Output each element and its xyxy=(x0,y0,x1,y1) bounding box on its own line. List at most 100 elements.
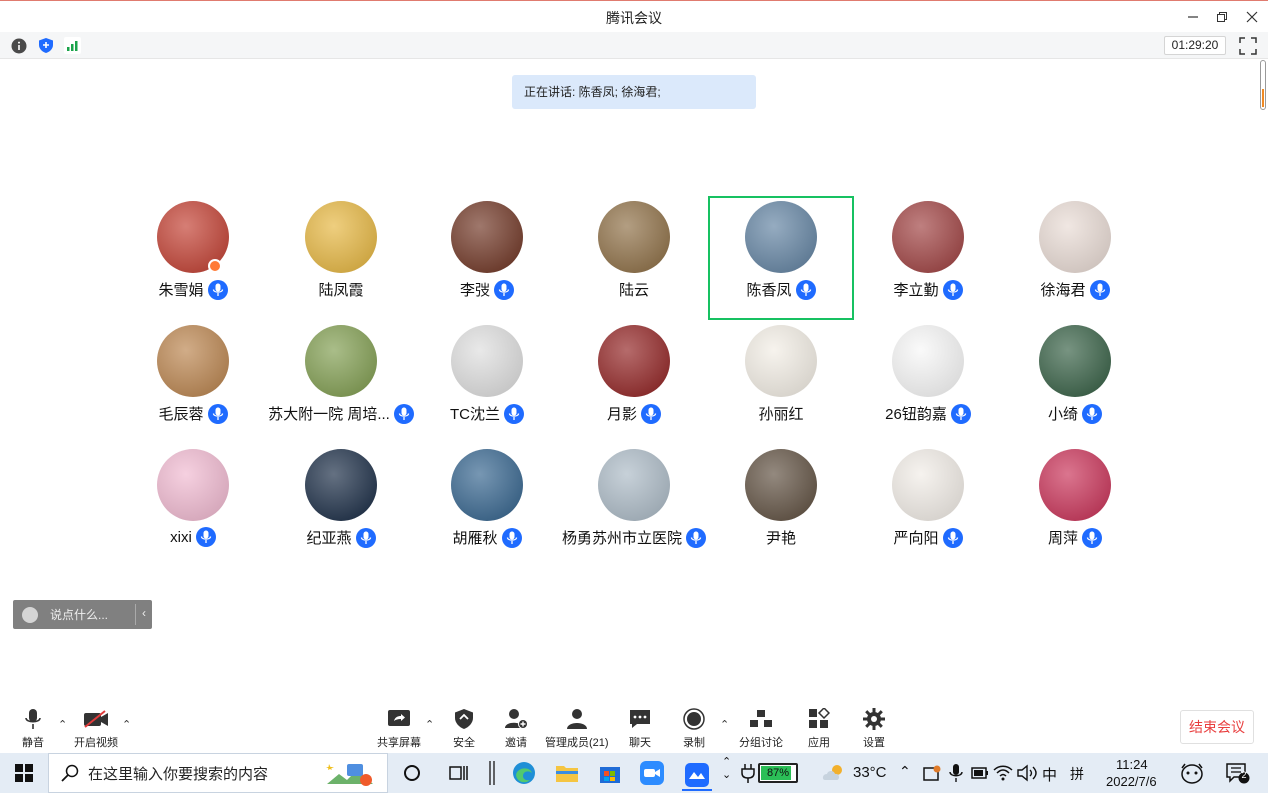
edge-browser-icon[interactable] xyxy=(512,761,536,785)
notification-center-icon[interactable]: 2 xyxy=(1226,761,1250,785)
breakout-button[interactable]: 分组讨论 xyxy=(739,708,783,750)
chat-divider xyxy=(135,604,136,625)
microphone-on-icon xyxy=(501,527,522,548)
vertical-scrollbar[interactable] xyxy=(1258,60,1268,700)
ime-language[interactable]: 中 xyxy=(1042,764,1057,785)
scrollbar-thumb[interactable] xyxy=(1260,60,1266,110)
ime-mode[interactable]: 拼 xyxy=(1070,764,1084,784)
avatar xyxy=(451,325,523,397)
participant-tile[interactable]: 月影 xyxy=(561,320,707,444)
mute-button[interactable]: 静音 xyxy=(20,708,46,750)
restore-button[interactable] xyxy=(1207,5,1237,29)
participant-name-row: 徐海君 xyxy=(1002,279,1148,300)
participant-tile[interactable]: 小绮 xyxy=(1002,320,1148,444)
start-video-label: 开启视频 xyxy=(74,737,118,749)
tray-battery-icon[interactable] xyxy=(968,761,992,785)
avatar xyxy=(1039,201,1111,273)
avatar xyxy=(1039,325,1111,397)
participant-tile[interactable]: 尹艳 xyxy=(708,444,854,568)
host-badge-icon xyxy=(208,259,222,273)
assistant-face-icon[interactable] xyxy=(1180,761,1204,785)
participant-tile[interactable]: 杨勇苏州市立医院 xyxy=(561,444,707,568)
participant-name-row: 陆云 xyxy=(561,279,707,300)
settings-button[interactable]: 设置 xyxy=(861,708,887,750)
shield-icon[interactable] xyxy=(37,37,54,54)
participant-name-row: 小绮 xyxy=(1002,403,1148,424)
screen-capture-icon[interactable] xyxy=(920,761,944,785)
microphone-on-icon xyxy=(393,403,414,424)
avatar xyxy=(157,325,229,397)
wifi-icon[interactable] xyxy=(991,761,1015,785)
fullscreen-icon[interactable] xyxy=(1239,37,1257,55)
participant-tile[interactable]: 徐海君 xyxy=(1002,196,1148,320)
security-button[interactable]: 安全 xyxy=(451,708,477,750)
windows-start-icon[interactable] xyxy=(12,761,36,785)
apps-button[interactable]: 应用 xyxy=(806,708,832,750)
weather-cloud-icon[interactable] xyxy=(822,761,846,785)
participant-tile[interactable]: 陆凤霞 xyxy=(268,196,414,320)
participant-name-row: 杨勇苏州市立医院 xyxy=(561,527,707,548)
participant-name: 月影 xyxy=(606,406,637,423)
invite-button[interactable]: 邀请 xyxy=(503,708,529,750)
tray-overflow-chevron-icon[interactable]: ⌃ ⌄ xyxy=(722,755,731,781)
tray-microphone-icon[interactable] xyxy=(944,761,968,785)
microphone-on-icon xyxy=(950,403,971,424)
participant-tile[interactable]: 苏大附一院 周培... xyxy=(268,320,414,444)
avatar xyxy=(305,201,377,273)
collapse-chevron-icon[interactable]: ‹ xyxy=(142,606,146,620)
participant-tile[interactable]: TC沈兰 xyxy=(414,320,560,444)
participant-tile[interactable]: 胡雁秋 xyxy=(414,444,560,568)
participant-tile[interactable]: 李立勤 xyxy=(855,196,1001,320)
clock-time[interactable]: 11:24 xyxy=(1116,757,1148,772)
microphone-on-icon xyxy=(207,279,228,300)
tencent-meeting-taskbar-icon[interactable] xyxy=(682,761,712,791)
participant-name: 朱雪娟 xyxy=(158,282,204,299)
power-plug-icon xyxy=(736,761,760,785)
close-button[interactable] xyxy=(1237,5,1267,29)
participant-tile[interactable]: 陈香凤 xyxy=(708,196,854,320)
avatar xyxy=(157,449,229,521)
share-options-chevron-icon[interactable]: ⌃ xyxy=(425,718,434,731)
end-meeting-button[interactable]: 结束会议 xyxy=(1180,710,1254,744)
emoji-icon[interactable] xyxy=(22,606,38,623)
start-video-button[interactable]: 开启视频 xyxy=(74,708,118,750)
store-icon[interactable] xyxy=(598,761,622,785)
participant-tile[interactable]: 周萍 xyxy=(1002,444,1148,568)
taskbar-search-box[interactable]: 在这里输入你要搜索的内容 xyxy=(48,753,388,793)
participant-tile[interactable]: 26钮韵嘉 xyxy=(855,320,1001,444)
record-options-chevron-icon[interactable]: ⌃ xyxy=(720,718,729,731)
signal-icon[interactable] xyxy=(64,37,81,54)
battery-indicator[interactable]: 87% xyxy=(758,763,798,783)
chat-quick-input[interactable]: 说点什么... ‹ xyxy=(13,600,152,629)
video-options-chevron-icon[interactable]: ⌃ xyxy=(122,718,131,731)
participant-name-row: xixi xyxy=(120,527,266,547)
participant-tile[interactable]: 李弢 xyxy=(414,196,560,320)
participant-tile[interactable]: 毛辰蓉 xyxy=(120,320,266,444)
participant-tile[interactable]: 陆云 xyxy=(561,196,707,320)
participant-tile[interactable]: 纪亚燕 xyxy=(268,444,414,568)
share-screen-button[interactable]: 共享屏幕 xyxy=(377,708,421,750)
participant-tile[interactable]: 孙丽红 xyxy=(708,320,854,444)
participant-tile[interactable]: 严向阳 xyxy=(855,444,1001,568)
settings-label: 设置 xyxy=(863,737,885,749)
participant-name-row: 李立勤 xyxy=(855,279,1001,300)
widgets-icon[interactable] xyxy=(447,761,471,785)
participant-tile[interactable]: 朱雪娟 xyxy=(120,196,266,320)
participant-name: TC沈兰 xyxy=(450,406,500,423)
minimize-button[interactable] xyxy=(1178,5,1208,29)
task-view-circle-icon[interactable] xyxy=(400,761,424,785)
chat-button[interactable]: 聊天 xyxy=(627,708,653,750)
file-explorer-icon[interactable] xyxy=(555,761,579,785)
participant-tile[interactable]: xixi xyxy=(120,444,266,568)
tray-chevron-icon[interactable]: ⌃ xyxy=(899,763,911,780)
info-icon[interactable] xyxy=(10,37,27,54)
manage-members-button[interactable]: 管理成员(21) xyxy=(545,708,609,750)
mute-options-chevron-icon[interactable]: ⌃ xyxy=(58,718,67,731)
zoom-app-icon[interactable] xyxy=(640,761,664,785)
record-button[interactable]: 录制 xyxy=(681,708,707,750)
avatar xyxy=(598,201,670,273)
clock-date[interactable]: 2022/7/6 xyxy=(1106,774,1157,789)
participant-name: xixi xyxy=(170,528,192,546)
volume-icon[interactable] xyxy=(1016,761,1040,785)
avatar xyxy=(892,449,964,521)
